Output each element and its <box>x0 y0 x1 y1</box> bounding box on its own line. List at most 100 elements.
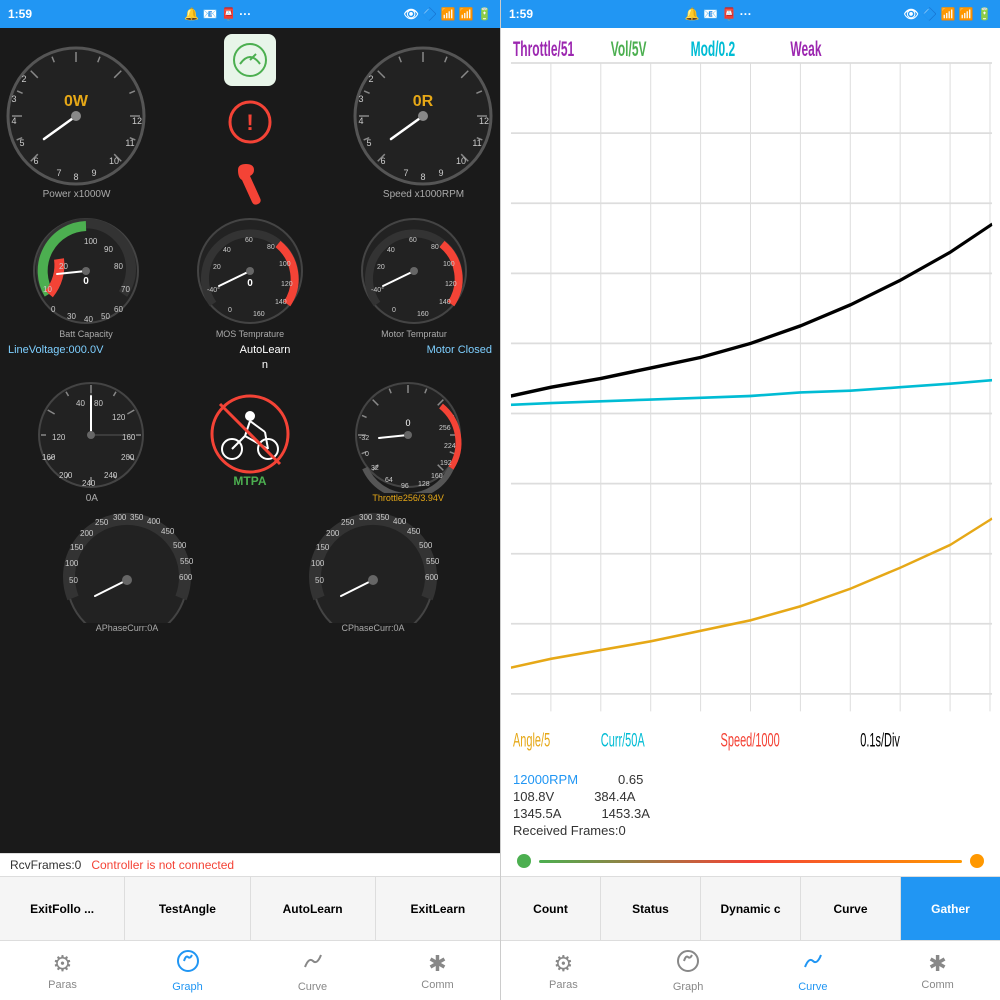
line-voltage: LineVoltage:000.0V <box>8 343 103 358</box>
svg-text:12: 12 <box>132 116 142 126</box>
svg-text:-32: -32 <box>359 435 369 442</box>
tab-curve[interactable]: Curve <box>801 877 901 940</box>
exit-learn-button[interactable]: ExitLearn <box>376 877 500 940</box>
svg-text:300: 300 <box>113 513 127 522</box>
nav-paras-right[interactable]: ⚙ Paras <box>501 941 626 1000</box>
svg-text:300: 300 <box>359 513 373 522</box>
nav-comm-left[interactable]: ✱ Comm <box>375 941 500 1000</box>
svg-text:4: 4 <box>11 116 16 126</box>
svg-text:150: 150 <box>70 543 84 552</box>
action-buttons: ExitFollo ... TestAngle AutoLearn ExitLe… <box>0 876 500 940</box>
slider-dot-green[interactable] <box>517 854 531 868</box>
power-gauge: 2 3 4 5 6 7 8 9 10 11 12 0W P <box>4 44 149 200</box>
nav-curve-left[interactable]: Curve <box>250 941 375 1000</box>
svg-text:0: 0 <box>405 418 410 428</box>
zero-amp: 0A <box>86 493 98 504</box>
svg-text:140: 140 <box>275 299 287 306</box>
svg-text:5: 5 <box>19 138 24 148</box>
svg-text:60: 60 <box>245 237 253 244</box>
nav-comm-right[interactable]: ✱ Comm <box>875 941 1000 1000</box>
svg-text:Speed/1000: Speed/1000 <box>721 731 780 752</box>
tab-count[interactable]: Count <box>501 877 601 940</box>
svg-text:400: 400 <box>147 517 161 526</box>
test-angle-button[interactable]: TestAngle <box>125 877 250 940</box>
auto-learn-button[interactable]: AutoLearn <box>251 877 376 940</box>
motor-closed: Motor Closed <box>427 343 492 358</box>
slider-row <box>501 846 1000 876</box>
stat-row-0: 12000RPM 0.65 <box>513 772 988 787</box>
svg-text:400: 400 <box>393 517 407 526</box>
svg-text:10: 10 <box>43 285 52 294</box>
status-icons-left: 🔔 📧 📮 ··· <box>184 7 251 21</box>
status-icons-right: 🔔 📧 📮 ··· <box>685 7 752 21</box>
svg-text:64: 64 <box>385 477 393 484</box>
svg-text:9: 9 <box>91 168 96 178</box>
rcv-row: RcvFrames:0 Controller is not connected <box>0 853 500 876</box>
svg-text:240: 240 <box>82 479 96 488</box>
bottom-speedometers-row: 50 100 150 200 250 300 350 400 450 500 5… <box>0 506 500 635</box>
graph-svg: Throttle/51 Vol/5V Mod/0.2 Weak Angle/5 … <box>501 28 1000 764</box>
svg-text:140: 140 <box>439 299 451 306</box>
slider-dot-orange[interactable] <box>970 854 984 868</box>
tool-icon-badge <box>224 158 276 210</box>
svg-text:7: 7 <box>56 168 61 178</box>
stat-0-right: 0.65 <box>618 772 643 787</box>
curve-icon-left <box>301 949 325 979</box>
stat-row-2: 1345.5A 1453.3A <box>513 806 988 821</box>
nav-curve-label-right: Curve <box>798 981 827 993</box>
nav-curve-label-left: Curve <box>298 981 327 993</box>
svg-text:40: 40 <box>223 247 231 254</box>
status-bar-right: 1:59 🔔 📧 📮 ··· 👁 🔷 📶 📶 🔋 <box>501 0 1000 28</box>
svg-text:30: 30 <box>67 312 76 321</box>
time-right: 1:59 <box>509 7 533 21</box>
bluetooth-icon-left: ✱ <box>428 951 446 977</box>
svg-text:4: 4 <box>358 116 363 126</box>
speed-gauge: 2 3 4 5 6 7 8 9 10 11 12 0R Speed x1000R… <box>351 44 496 200</box>
volt-autolearn-row: LineVoltage:000.0V AutoLearnn Motor Clos… <box>0 341 500 376</box>
throttle-gauge: -32 0 32 64 96 128 160 192 224 256 0 Thr… <box>351 378 466 503</box>
svg-text:50: 50 <box>315 576 324 585</box>
tab-gather[interactable]: Gather <box>901 877 1000 940</box>
batt-gauge: 20 10 0 30 40 50 60 70 80 90 100 0 Batt <box>29 214 144 339</box>
svg-text:2: 2 <box>21 74 26 84</box>
svg-text:0R: 0R <box>413 93 434 110</box>
svg-text:9: 9 <box>438 168 443 178</box>
nav-graph-left[interactable]: Graph <box>125 941 250 1000</box>
svg-text:20: 20 <box>213 264 221 271</box>
mos-label: MOS Temprature <box>216 329 284 339</box>
bluetooth-icon-right: ✱ <box>928 951 946 977</box>
svg-text:11: 11 <box>125 138 134 148</box>
tab-dynamic[interactable]: Dynamic c <box>701 877 801 940</box>
nav-graph-label-left: Graph <box>172 981 203 993</box>
graph-icon-right <box>676 949 700 979</box>
svg-text:500: 500 <box>419 541 433 550</box>
svg-text:0: 0 <box>228 307 232 314</box>
svg-text:256: 256 <box>439 425 451 432</box>
mtpa-label: MTPA <box>233 474 266 488</box>
aphase-label: APhaseCurr:0A <box>96 623 159 633</box>
alert-icon-badge: ! <box>224 96 276 148</box>
svg-text:350: 350 <box>130 513 144 522</box>
graph-icon-left <box>176 949 200 979</box>
stat-row-3: Received Frames:0 <box>513 823 988 838</box>
svg-text:0: 0 <box>365 451 369 458</box>
connectivity-icons-right: 👁 🔷 📶 📶 🔋 <box>904 7 992 21</box>
svg-text:Weak: Weak <box>790 38 821 61</box>
stat-1-right: 384.4A <box>594 789 635 804</box>
slider-track[interactable] <box>539 860 962 863</box>
nav-curve-right[interactable]: Curve <box>751 941 876 1000</box>
nav-graph-right[interactable]: Graph <box>626 941 751 1000</box>
svg-text:20: 20 <box>377 264 385 271</box>
svg-text:100: 100 <box>279 261 291 268</box>
gear-icon-right: ⚙ <box>554 951 574 977</box>
svg-text:0: 0 <box>392 307 396 314</box>
svg-text:240: 240 <box>104 471 118 480</box>
nav-paras-left[interactable]: ⚙ Paras <box>0 941 125 1000</box>
svg-text:5: 5 <box>366 138 371 148</box>
exit-follo-button[interactable]: ExitFollo ... <box>0 877 125 940</box>
svg-text:60: 60 <box>409 237 417 244</box>
svg-text:50: 50 <box>69 576 78 585</box>
tab-status[interactable]: Status <box>601 877 701 940</box>
nav-bar-right: ⚙ Paras Graph Curve ✱ Comm <box>501 940 1000 1000</box>
curve-icon-right <box>801 949 825 979</box>
